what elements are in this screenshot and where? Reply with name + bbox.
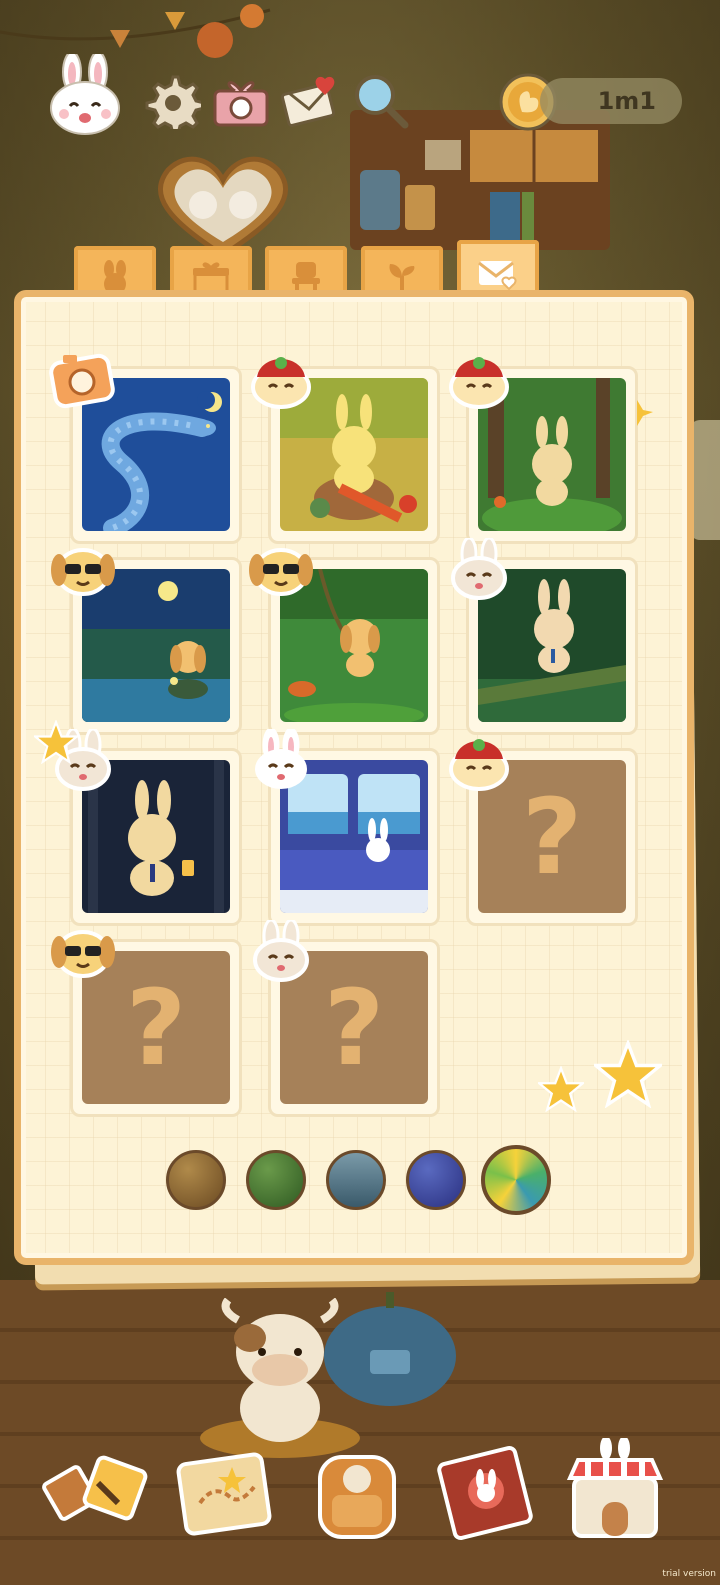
cow-character [200,1298,360,1458]
album-card[interactable] [249,548,440,735]
rainbow-orb[interactable] [481,1145,551,1215]
timer-display: 1m1 [540,78,682,124]
shop-button[interactable] [560,1438,670,1548]
bunny-badge-icon [451,538,507,600]
album-card[interactable] [451,538,638,735]
question-mark: ? [125,966,187,1089]
album-card-locked[interactable]: ? [253,920,440,1117]
forest-orb[interactable] [246,1150,306,1210]
bunny-avatar-icon[interactable] [40,54,130,138]
bunny-book-button[interactable] [430,1438,540,1548]
album-card[interactable] [251,357,440,544]
camera-badge-icon [49,353,115,409]
question-mark: ? [323,966,385,1089]
white-bunny-badge-icon [255,729,307,789]
letter-heart-icon[interactable] [280,70,342,132]
album-card-locked[interactable]: ? [449,739,638,926]
magnifier-icon[interactable] [350,70,412,132]
album-card[interactable] [49,353,242,544]
hat-frog-badge-icon [449,739,509,791]
hat-frog-badge-icon [449,357,509,409]
shelf-decoration [350,110,610,250]
sunglasses-dog-badge-icon [51,548,115,596]
gear-icon[interactable] [142,70,204,132]
backpack-button[interactable] [302,1438,412,1548]
night-orb[interactable] [406,1150,466,1210]
star-icon [594,1040,662,1108]
backpack-icon [318,1455,396,1539]
star-icon [34,720,78,764]
album-card[interactable] [51,548,242,735]
timer-text: 1m1 [597,87,656,115]
heart-frame-decoration [157,156,289,258]
shop-icon [566,1438,664,1538]
book-icon [437,1445,533,1541]
bunting-decoration [0,4,271,58]
brown-orb[interactable] [166,1150,226,1210]
bunny-badge-icon [253,920,309,982]
star-icon [637,400,653,426]
album-card[interactable] [449,357,638,544]
tools-button[interactable] [40,1438,150,1548]
gift-camera-icon[interactable] [210,70,272,132]
sea-orb[interactable] [326,1150,386,1210]
star-icon [538,1066,584,1112]
tools-icon [42,1455,148,1521]
question-mark: ? [521,775,583,898]
album-card[interactable] [55,729,242,926]
envelope-heart-icon [478,261,517,291]
map-button[interactable] [170,1438,280,1548]
watermark: trial version [662,1569,716,1579]
album-card-locked[interactable]: ? [51,930,242,1117]
hat-frog-badge-icon [251,357,311,409]
sunglasses-dog-badge-icon [249,548,313,596]
album-card[interactable] [255,729,440,926]
sunglasses-dog-badge-icon [51,930,115,978]
map-scroll-icon [176,1452,272,1536]
